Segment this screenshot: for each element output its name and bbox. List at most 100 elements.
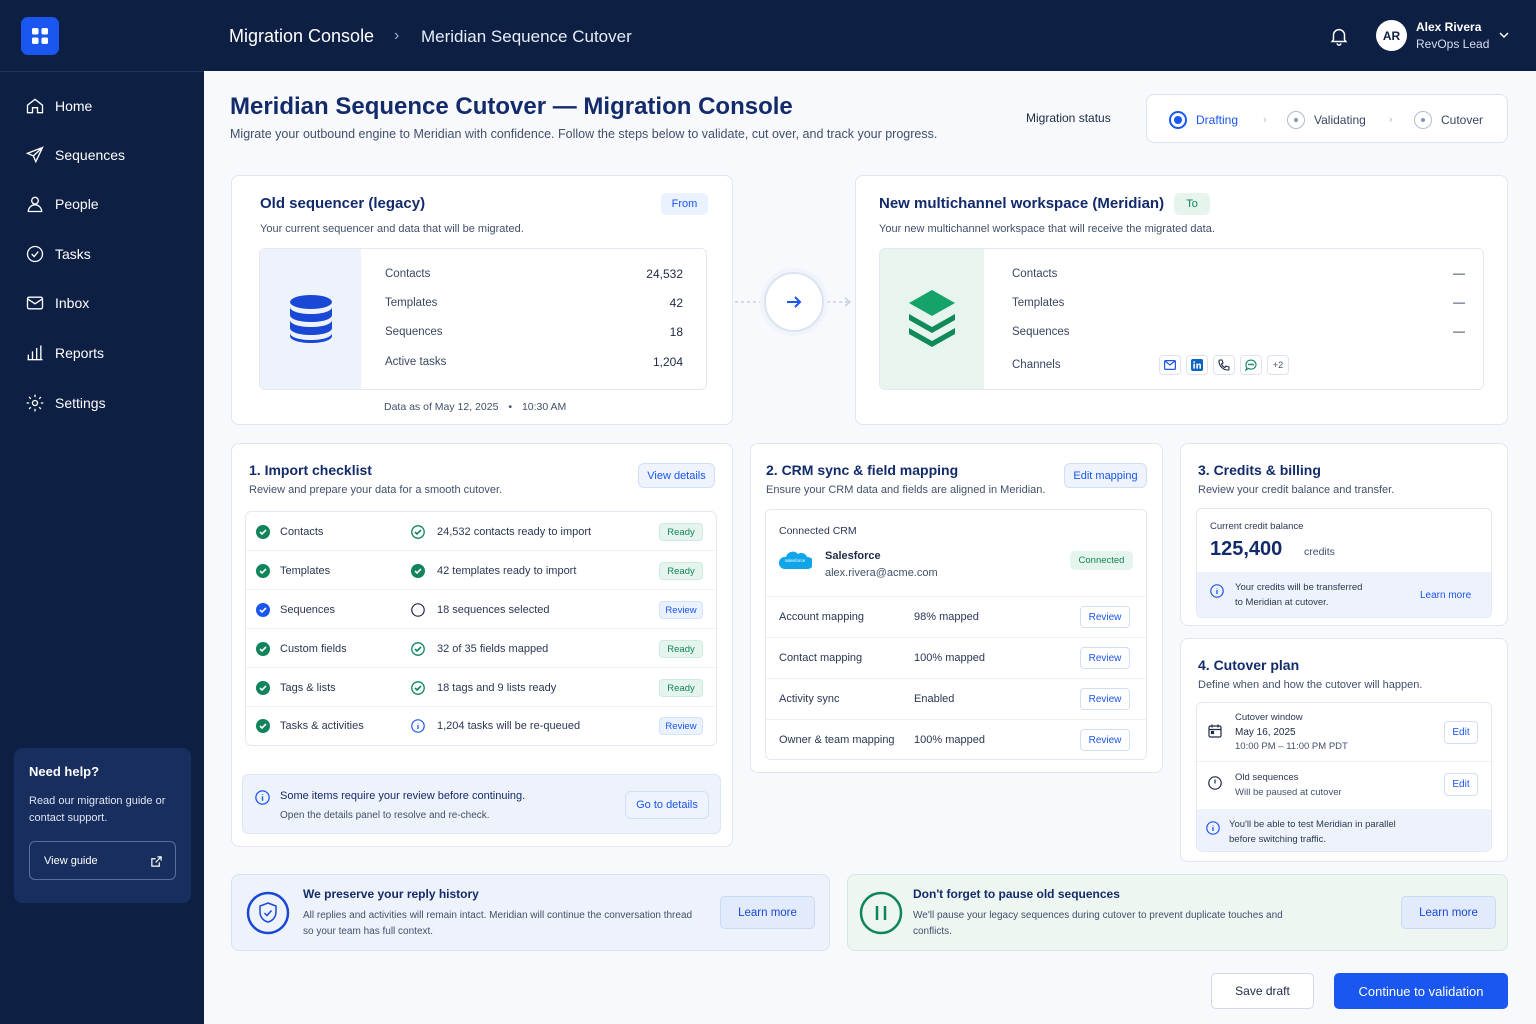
step-idle-icon bbox=[1414, 111, 1432, 129]
target-subtitle: Your new multichannel workspace that wil… bbox=[879, 223, 1215, 235]
pause-sequences-notice: Don't forget to pause old sequences We'l… bbox=[847, 874, 1508, 951]
step-cutover[interactable]: Cutover bbox=[1414, 111, 1483, 129]
source-subtitle: Your current sequencer and data that wil… bbox=[260, 223, 524, 235]
help-title: Need help? bbox=[29, 764, 100, 779]
check-filled-icon bbox=[256, 681, 270, 695]
stat-label: Sequences bbox=[385, 326, 443, 338]
channels-label: Channels bbox=[1012, 359, 1061, 371]
check-blue-icon bbox=[256, 603, 270, 617]
review-button[interactable]: Review bbox=[1080, 729, 1130, 751]
review-button[interactable]: Review bbox=[1080, 688, 1130, 710]
as-of-date: Data as of May 12, 2025 bbox=[384, 401, 499, 413]
sidebar-item-people[interactable]: People bbox=[25, 189, 195, 219]
user-name: Alex Rivera bbox=[1416, 20, 1482, 34]
help-card: Need help? Read our migration guide or c… bbox=[14, 748, 191, 903]
stat-value: 18 bbox=[669, 325, 683, 339]
check-outline-icon bbox=[411, 642, 425, 656]
step-label: Validating bbox=[1314, 113, 1366, 127]
row-divider bbox=[766, 719, 1146, 720]
salesforce-logo bbox=[778, 551, 812, 569]
credits-subtitle: Review your credit balance and transfer. bbox=[1198, 484, 1395, 496]
status-badge: Review bbox=[659, 601, 703, 619]
checklist-item: Tags & lists bbox=[280, 682, 336, 694]
avatar[interactable]: AR bbox=[1376, 20, 1407, 51]
status-badge: Ready bbox=[659, 523, 703, 541]
sidebar-item-label: Sequences bbox=[55, 147, 126, 163]
chevron-right-icon: › bbox=[1263, 114, 1267, 126]
edit-window-button[interactable]: Edit bbox=[1444, 721, 1478, 744]
stat-value: — bbox=[1453, 324, 1465, 338]
checklist-item: Templates bbox=[280, 565, 331, 577]
view-guide-button[interactable]: View guide bbox=[29, 841, 176, 880]
view-details-button[interactable]: View details bbox=[638, 463, 715, 488]
page-title: Meridian Sequence Cutover — Migration Co… bbox=[230, 93, 793, 120]
sidebar-item-settings[interactable]: Settings bbox=[25, 388, 195, 418]
crm-email: alex.rivera@acme.com bbox=[825, 567, 938, 579]
check-outline-icon bbox=[411, 681, 425, 695]
sidebar-item-reports[interactable]: Reports bbox=[25, 338, 195, 368]
breadcrumb-root[interactable]: Migration Console bbox=[229, 26, 374, 47]
sidebar-item-tasks[interactable]: Tasks bbox=[25, 239, 195, 269]
pause-title: Don't forget to pause old sequences bbox=[913, 887, 1120, 901]
check-filled-icon bbox=[256, 719, 270, 733]
review-button[interactable]: Review bbox=[1080, 647, 1130, 669]
credits-card: 3. Credits & billing Review your credit … bbox=[1180, 443, 1508, 626]
note-line-1: Your credits will be transferred bbox=[1235, 582, 1363, 593]
status-badge: Ready bbox=[659, 679, 703, 697]
row-divider bbox=[246, 550, 716, 551]
stat-value: 42 bbox=[669, 296, 683, 310]
more-channels-badge[interactable]: +2 bbox=[1267, 355, 1289, 375]
step-drafting[interactable]: Drafting bbox=[1169, 111, 1238, 129]
chevron-down-icon[interactable] bbox=[1498, 30, 1510, 40]
step-idle-icon bbox=[1287, 111, 1305, 129]
sidebar: Home Sequences People Tasks Inbox Report… bbox=[0, 71, 204, 1024]
crm-sync-card: 2. CRM sync & field mapping Ensure your … bbox=[750, 443, 1163, 773]
cutover-plan-card: 4. Cutover plan Define when and how the … bbox=[1180, 638, 1508, 862]
review-button[interactable]: Review bbox=[1080, 606, 1130, 628]
pause-learn-more-button[interactable]: Learn more bbox=[1401, 896, 1496, 929]
info-icon bbox=[1206, 821, 1220, 835]
learn-more-link[interactable]: Learn more bbox=[1420, 590, 1471, 601]
channel-icons: +2 bbox=[1159, 355, 1289, 375]
edit-old-sequences-button[interactable]: Edit bbox=[1444, 773, 1478, 796]
row-divider bbox=[766, 596, 1146, 597]
history-text: All replies and activities will remain i… bbox=[303, 910, 693, 937]
sidebar-item-label: People bbox=[55, 196, 99, 212]
step-validating[interactable]: Validating bbox=[1287, 111, 1366, 129]
sidebar-item-home[interactable]: Home bbox=[25, 91, 195, 121]
pause-text: We'll pause your legacy sequences during… bbox=[913, 910, 1283, 937]
empty-circle-icon bbox=[411, 603, 425, 617]
bell-icon[interactable] bbox=[1328, 25, 1350, 47]
user-role: RevOps Lead bbox=[1416, 37, 1490, 51]
app-logo[interactable] bbox=[21, 17, 59, 55]
edit-mapping-button[interactable]: Edit mapping bbox=[1064, 463, 1147, 488]
history-learn-more-button[interactable]: Learn more bbox=[720, 896, 815, 929]
sidebar-item-inbox[interactable]: Inbox bbox=[25, 288, 195, 318]
person-icon bbox=[27, 196, 43, 213]
data-as-of: Data as of May 12, 2025 • 10:30 AM bbox=[384, 401, 566, 413]
crm-subtitle: Ensure your CRM data and fields are alig… bbox=[766, 484, 1046, 496]
sidebar-item-label: Tasks bbox=[55, 246, 91, 262]
migration-stepper: Drafting › Validating › Cutover bbox=[1146, 94, 1508, 143]
send-icon bbox=[25, 146, 44, 164]
database-icon bbox=[289, 295, 332, 343]
target-stats: Contacts — Templates — Sequences — Chann… bbox=[879, 248, 1484, 390]
save-draft-button[interactable]: Save draft bbox=[1211, 973, 1314, 1009]
crm-table: Connected CRM salesforce Salesforce alex… bbox=[765, 509, 1147, 760]
clock-icon bbox=[1208, 776, 1222, 790]
checklist-detail: 18 sequences selected bbox=[437, 604, 550, 616]
migration-status-label: Migration status bbox=[1026, 111, 1111, 125]
parallel-test-note: You'll be able to test Meridian in paral… bbox=[1197, 809, 1491, 851]
row-divider bbox=[766, 678, 1146, 679]
go-to-details-button[interactable]: Go to details bbox=[625, 791, 709, 819]
email-channel-icon bbox=[1159, 355, 1181, 375]
step-label: Drafting bbox=[1196, 113, 1239, 127]
checklist-detail: 18 tags and 9 lists ready bbox=[437, 682, 557, 694]
shield-icon bbox=[246, 891, 290, 935]
sidebar-item-sequences[interactable]: Sequences bbox=[25, 140, 195, 170]
continue-to-validation-button[interactable]: Continue to validation bbox=[1334, 973, 1508, 1009]
phone-icon bbox=[1213, 355, 1235, 375]
target-card: New multichannel workspace (Meridian) To… bbox=[855, 175, 1508, 425]
row-divider bbox=[766, 637, 1146, 638]
linkedin-icon bbox=[1186, 355, 1208, 375]
